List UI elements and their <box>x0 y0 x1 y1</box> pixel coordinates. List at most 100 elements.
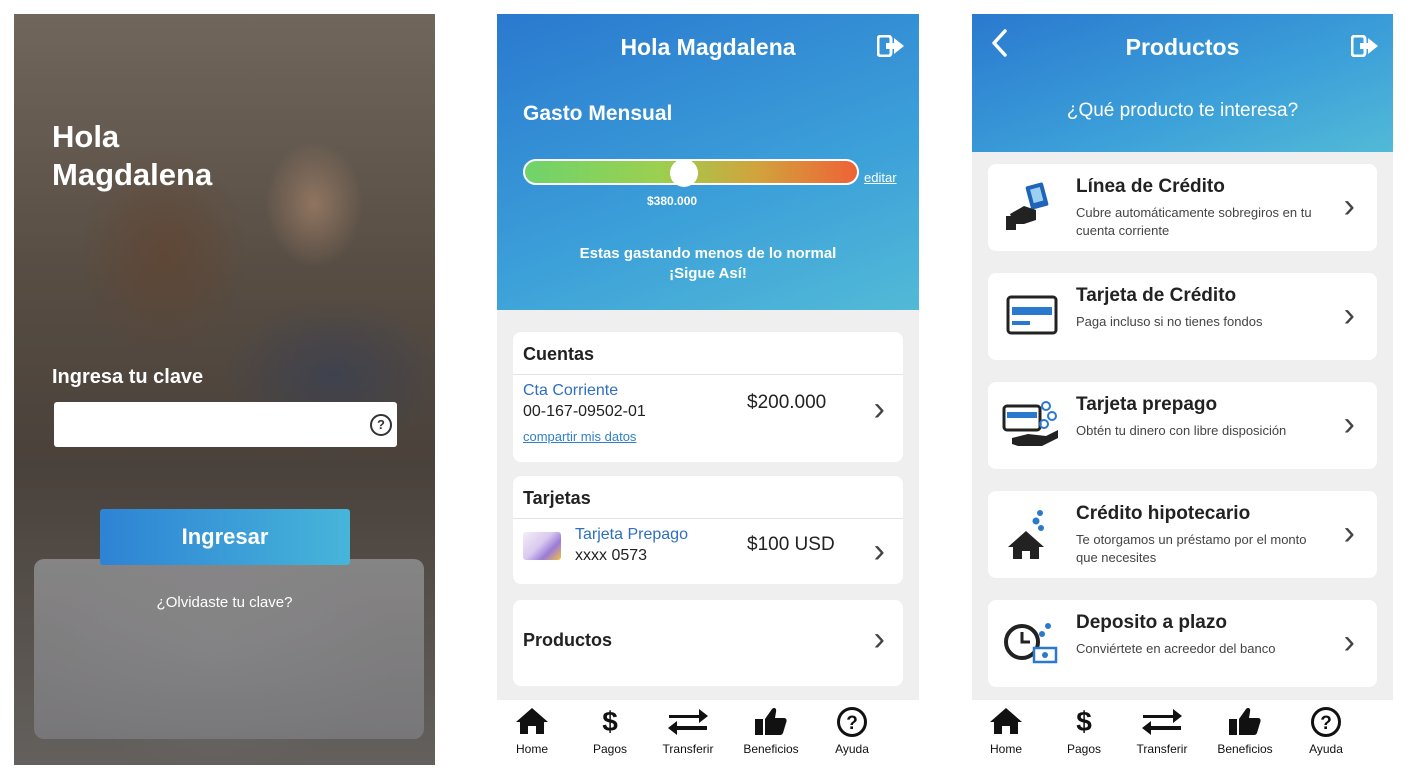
home-title: Hola Magdalena <box>620 34 796 60</box>
divider <box>513 374 903 375</box>
chevron-right-icon[interactable]: › <box>1344 189 1355 223</box>
product-item-credit-card[interactable]: Tarjeta de Crédito Paga incluso si no ti… <box>988 273 1377 360</box>
nav-home[interactable]: Home <box>497 706 572 756</box>
nav-home[interactable]: Home <box>972 706 1046 756</box>
products-card[interactable]: Productos › <box>513 600 903 686</box>
nav-help[interactable]: ? Ayuda <box>1286 706 1366 756</box>
nav-label: Beneficios <box>743 742 799 756</box>
credit-card-icon <box>1006 295 1058 335</box>
account-name: Cta Corriente <box>523 382 619 399</box>
spend-amount: $380.000 <box>647 194 698 208</box>
product-description: Conviértete en acreedor del banco <box>1076 641 1276 656</box>
spend-message-line1: Estas gastando menos de lo normal <box>579 245 837 262</box>
prepaid-card-icon <box>1002 401 1058 446</box>
nav-benefits[interactable]: Beneficios <box>731 706 811 756</box>
dollar-icon: $ <box>1076 706 1092 737</box>
login-button[interactable]: Ingresar <box>100 509 350 565</box>
login-greeting: Hola Magdalena <box>52 119 213 192</box>
divider <box>513 518 903 519</box>
forgot-password-link[interactable]: ¿Olvidaste tu clave? <box>14 594 435 611</box>
svg-text:?: ? <box>846 713 858 734</box>
house-icon <box>1008 510 1044 559</box>
nav-payments[interactable]: $ Pagos <box>570 706 650 756</box>
product-item-term-deposit[interactable]: Deposito a plazo Conviértete en acreedor… <box>988 600 1377 687</box>
product-description: Cubre automáticamente sobregiros en tu c… <box>1076 205 1312 238</box>
accounts-title: Cuentas <box>523 344 595 364</box>
background-laptop <box>34 559 424 739</box>
product-title: Deposito a plazo <box>1076 612 1227 633</box>
nav-label: Ayuda <box>1309 742 1343 756</box>
chevron-right-icon[interactable]: › <box>1344 298 1355 332</box>
nav-label: Home <box>515 742 548 756</box>
chevron-right-icon[interactable]: › <box>1344 407 1355 441</box>
account-balance: $200.000 <box>747 392 827 413</box>
bottom-nav: Home $ Pagos Transferir Beneficios ? Ayu… <box>497 700 919 765</box>
nav-payments[interactable]: $ Pagos <box>1044 706 1124 756</box>
question-circle-icon[interactable]: ? <box>370 414 392 436</box>
account-number: 00-167-09502-01 <box>523 403 646 420</box>
logout-icon[interactable] <box>877 35 905 57</box>
nav-label: Home <box>989 742 1022 756</box>
product-title: Línea de Crédito <box>1076 176 1225 197</box>
chevron-right-icon[interactable]: › <box>874 392 885 426</box>
product-title: Tarjeta prepago <box>1076 394 1218 415</box>
cards-card: Tarjetas Tarjeta Prepago xxxx 0573 $100 … <box>513 476 903 584</box>
question-circle-icon: ? <box>1286 706 1366 738</box>
home-icon <box>497 706 572 738</box>
card-balance: $100 USD <box>747 534 835 555</box>
nav-label: Pagos <box>592 742 628 756</box>
chevron-right-icon[interactable]: › <box>1344 625 1355 659</box>
home-body: Cuentas Cta Corriente 00-167-09502-01 $2… <box>497 310 919 700</box>
product-description: Te otorgamos un préstamo por el monto qu… <box>1076 532 1307 565</box>
products-header: Productos ¿Qué producto te interesa? <box>972 14 1393 152</box>
password-label: Ingresa tu clave <box>52 366 204 388</box>
products-body: Línea de Crédito Cubre automáticamente s… <box>972 152 1393 700</box>
nav-label: Beneficios <box>1217 742 1273 756</box>
nav-benefits[interactable]: Beneficios <box>1205 706 1285 756</box>
svg-text:?: ? <box>1320 713 1332 734</box>
chevron-right-icon[interactable]: › <box>874 534 885 568</box>
cards-title: Tarjetas <box>523 488 591 508</box>
transfer-arrows-icon <box>1122 706 1202 738</box>
product-item-mortgage[interactable]: Crédito hipotecario Te otorgamos un prés… <box>988 491 1377 578</box>
thumbs-up-icon <box>1205 706 1285 738</box>
home-screen: Hola Magdalena Gasto Mensual editar $380… <box>497 14 919 765</box>
nav-label: Ayuda <box>835 742 869 756</box>
card-name: Tarjeta Prepago <box>575 526 688 543</box>
products-title: Productos <box>1125 34 1240 60</box>
nav-label: Transferir <box>662 742 714 756</box>
products-screen: Productos ¿Qué producto te interesa? Lín… <box>972 14 1393 765</box>
password-input[interactable] <box>54 402 397 447</box>
bottom-nav: Home $ Pagos Transferir Beneficios ? Ayu… <box>972 700 1393 765</box>
nav-help[interactable]: ? Ayuda <box>812 706 892 756</box>
products-question: ¿Qué producto te interesa? <box>1066 100 1299 121</box>
dollar-icon: $ <box>602 706 618 737</box>
spend-message: Estas gastando menos de lo normal ¡Sigue… <box>497 244 919 284</box>
home-icon <box>972 706 1046 738</box>
product-item-prepaid-card[interactable]: Tarjeta prepago Obtén tu dinero con libr… <box>988 382 1377 469</box>
spend-message-line2: ¡Sigue Así! <box>669 265 747 282</box>
chevron-right-icon[interactable]: › <box>874 622 885 656</box>
product-title: Tarjeta de Crédito <box>1076 285 1237 306</box>
nav-transfer[interactable]: Transferir <box>1122 706 1202 756</box>
nav-label: Pagos <box>1066 742 1102 756</box>
thumbs-up-icon <box>731 706 811 738</box>
product-title: Crédito hipotecario <box>1076 503 1251 524</box>
nav-label: Transferir <box>1136 742 1188 756</box>
card-number: xxxx 0573 <box>575 547 648 564</box>
edit-link[interactable]: editar <box>864 170 897 185</box>
product-description: Obtén tu dinero con libre disposición <box>1076 423 1287 438</box>
transfer-arrows-icon <box>648 706 728 738</box>
products-label: Productos <box>523 630 613 650</box>
login-screen: Hola Magdalena Ingresa tu clave ? Ingres… <box>14 14 435 765</box>
product-item-credit-line[interactable]: Línea de Crédito Cubre automáticamente s… <box>988 164 1377 251</box>
nav-transfer[interactable]: Transferir <box>648 706 728 756</box>
prepaid-card-thumbnail <box>523 532 561 560</box>
chevron-right-icon[interactable]: › <box>1344 516 1355 550</box>
spend-title: Gasto Mensual <box>523 102 673 125</box>
share-data-link[interactable]: compartir mis datos <box>523 429 636 444</box>
question-circle-icon: ? <box>812 706 892 738</box>
clock-money-icon <box>1004 623 1058 664</box>
logout-icon[interactable] <box>1351 35 1379 57</box>
product-description: Paga incluso si no tienes fondos <box>1076 314 1263 329</box>
